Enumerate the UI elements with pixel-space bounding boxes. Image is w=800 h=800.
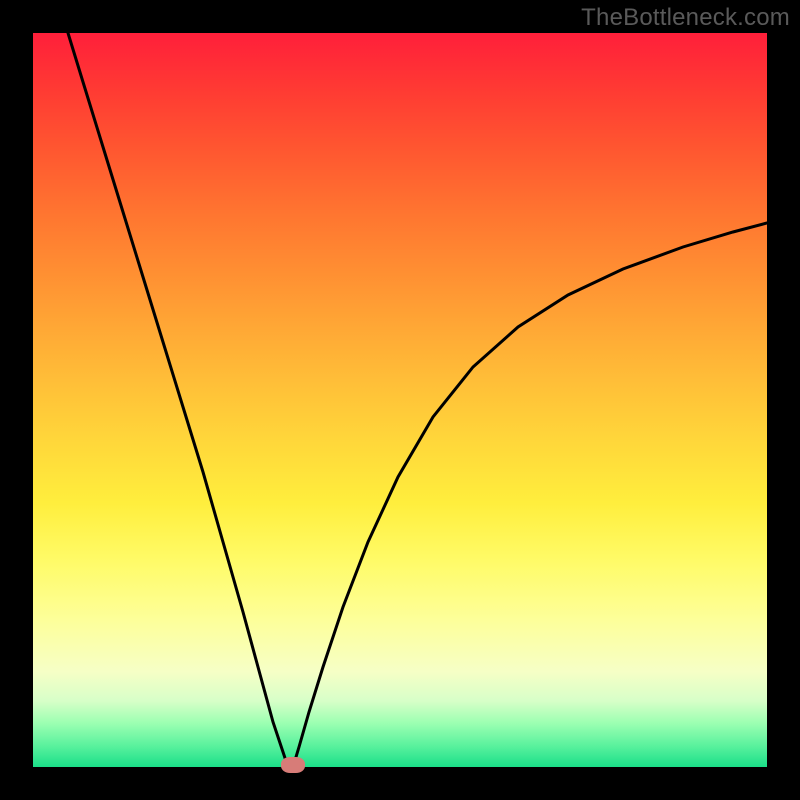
chart-frame: TheBottleneck.com — [0, 0, 800, 800]
bottleneck-curve — [33, 33, 767, 767]
curve-left-branch — [68, 33, 293, 767]
curve-right-branch — [293, 223, 767, 767]
minimum-marker — [281, 757, 305, 773]
watermark-text: TheBottleneck.com — [581, 4, 790, 32]
